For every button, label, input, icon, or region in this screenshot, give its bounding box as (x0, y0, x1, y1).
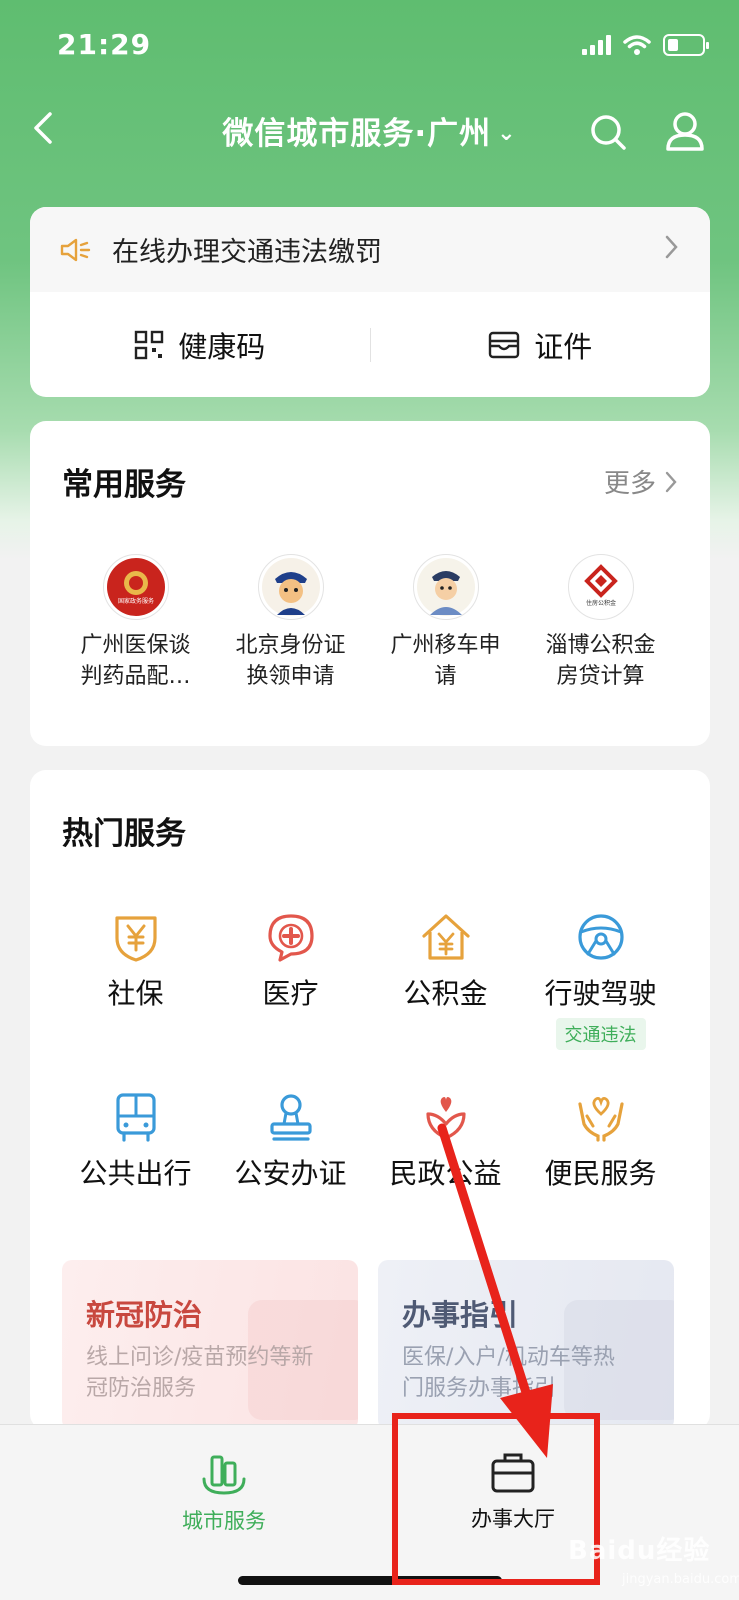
promo-desc: 线上问诊/疫苗预约等新冠防治服务 (86, 1345, 314, 1401)
heart-flower-icon (425, 1097, 466, 1140)
steering-wheel-icon (577, 914, 624, 960)
hot-services-card: 热门服务 社保 医疗 公积金 行驶驾驶 交通违法 公共出行 公安办证 民政公益 … (30, 770, 710, 1430)
hot-service-public-transit[interactable]: 公共出行 (58, 1090, 213, 1270)
service-label: 淄博公积金房贷计算 (545, 633, 656, 689)
service-item[interactable]: 广州移车申请 (368, 554, 523, 692)
service-label: 广州移车申请 (390, 633, 501, 689)
tab-city-services[interactable]: 城市服务 (124, 1451, 324, 1535)
hot-service-label: 民政公益 (389, 1157, 502, 1190)
battery-icon (663, 34, 709, 56)
service-item[interactable]: 住房公积金 淄博公积金房贷计算 (523, 554, 678, 692)
status-time: 21:29 (57, 28, 152, 61)
search-icon[interactable] (588, 112, 628, 152)
hot-services-title: 热门服务 (62, 816, 186, 852)
qr-code-icon (135, 330, 164, 359)
medical-cross-icon (267, 914, 314, 962)
guide-promo-card[interactable]: 办事指引 医保/入户/机动车等热门服务办事指引 (378, 1260, 674, 1430)
hot-service-label: 便民服务 (544, 1157, 657, 1190)
service-item[interactable]: 北京身份证换领申请 (213, 554, 368, 692)
notice-text: 在线办理交通违法缴罚 (112, 237, 382, 268)
hot-service-driving[interactable]: 行驶驾驶 交通违法 (523, 910, 678, 1090)
traffic-violation-badge: 交通违法 (555, 1018, 646, 1050)
promo-title: 新冠防治 (86, 1298, 203, 1332)
hot-service-label: 公积金 (403, 977, 488, 1010)
stamp-icon (269, 1094, 312, 1141)
house-yuan-icon (421, 914, 470, 960)
city-buildings-icon (202, 1455, 246, 1495)
common-services-title: 常用服务 (62, 467, 186, 503)
chevron-right-icon (665, 235, 678, 259)
gov-emblem-avatar: 国家政务服务 (102, 554, 169, 620)
hot-services-grid: 社保 医疗 公积金 行驶驾驶 交通违法 公共出行 公安办证 民政公益 便民服务 (30, 910, 710, 1270)
hot-service-medical[interactable]: 医疗 (213, 910, 368, 1090)
certificate-button[interactable]: 证件 (371, 324, 711, 366)
hot-service-label: 行驶驾驶 (544, 977, 657, 1010)
wifi-icon (623, 35, 651, 55)
promo-title: 办事指引 (402, 1298, 519, 1332)
page-title: 微信城市服务·广州 (222, 116, 492, 152)
hot-service-label: 公共出行 (79, 1157, 192, 1190)
police-officer-avatar (412, 554, 479, 620)
service-label: 广州医保谈判药品配… (80, 633, 191, 689)
page: 21:29 微信城市服务·广州 ⌄ 在线办理交通违法缴罚 健康码 证件 常用服务… (0, 0, 739, 1600)
more-link[interactable]: 更多 (604, 463, 678, 500)
grid-row: 公共出行 公安办证 民政公益 便民服务 (30, 1090, 710, 1270)
signal-icon (582, 35, 611, 55)
housing-fund-avatar: 住房公积金 (567, 554, 634, 620)
more-label: 更多 (603, 469, 656, 499)
quick-row: 健康码 证件 (30, 292, 710, 397)
health-code-button[interactable]: 健康码 (30, 324, 370, 366)
baidu-watermark: Baidu经验 (568, 1536, 711, 1566)
certificate-label: 证件 (534, 329, 593, 364)
police-mascot-avatar (257, 554, 324, 620)
hot-service-label: 医疗 (262, 977, 319, 1010)
status-icons (582, 34, 709, 56)
hot-service-police-certificate[interactable]: 公安办证 (213, 1090, 368, 1270)
tab-city-label: 城市服务 (182, 1509, 266, 1533)
promo-desc: 医保/入户/机动车等热门服务办事指引 (402, 1345, 615, 1401)
city-selector[interactable]: 微信城市服务·广州 ⌄ (0, 108, 739, 153)
gov-badge-text: 国家政务服务 (117, 597, 153, 605)
hot-service-label: 社保 (107, 977, 164, 1010)
common-services-list: 国家政务服务 广州医保谈判药品配… 北京身份证换领申请 广州移车申请 住房公积金… (30, 554, 710, 692)
service-label: 北京身份证换领申请 (235, 633, 346, 689)
speaker-icon (60, 238, 91, 261)
card-holder-icon (489, 331, 520, 358)
chevron-down-icon: ⌄ (497, 121, 517, 146)
housing-badge-text: 住房公积金 (585, 599, 615, 607)
health-code-label: 健康码 (178, 329, 266, 364)
hands-heart-icon (577, 1097, 624, 1142)
hot-service-convenience[interactable]: 便民服务 (523, 1090, 678, 1270)
top-card: 在线办理交通违法缴罚 健康码 证件 (30, 207, 710, 397)
shield-yuan-icon (114, 916, 157, 962)
grid-row: 社保 医疗 公积金 行驶驾驶 交通违法 (30, 910, 710, 1090)
bus-icon (115, 1093, 156, 1142)
user-icon[interactable] (664, 110, 706, 152)
hot-service-civil-affairs[interactable]: 民政公益 (368, 1090, 523, 1270)
hot-service-social-security[interactable]: 社保 (58, 910, 213, 1090)
notice-bar[interactable]: 在线办理交通违法缴罚 (30, 207, 710, 292)
service-item[interactable]: 国家政务服务 广州医保谈判药品配… (58, 554, 213, 692)
chevron-right-icon (665, 471, 677, 492)
baidu-watermark-url: jingyan.baidu.com (622, 1572, 739, 1587)
hot-service-label: 公安办证 (234, 1157, 347, 1190)
hot-service-housing-fund[interactable]: 公积金 (368, 910, 523, 1090)
covid-promo-card[interactable]: 新冠防治 线上问诊/疫苗预约等新冠防治服务 (62, 1260, 358, 1430)
common-services-card: 常用服务 更多 国家政务服务 广州医保谈判药品配… 北京身份证换领申请 广州移车… (30, 421, 710, 746)
